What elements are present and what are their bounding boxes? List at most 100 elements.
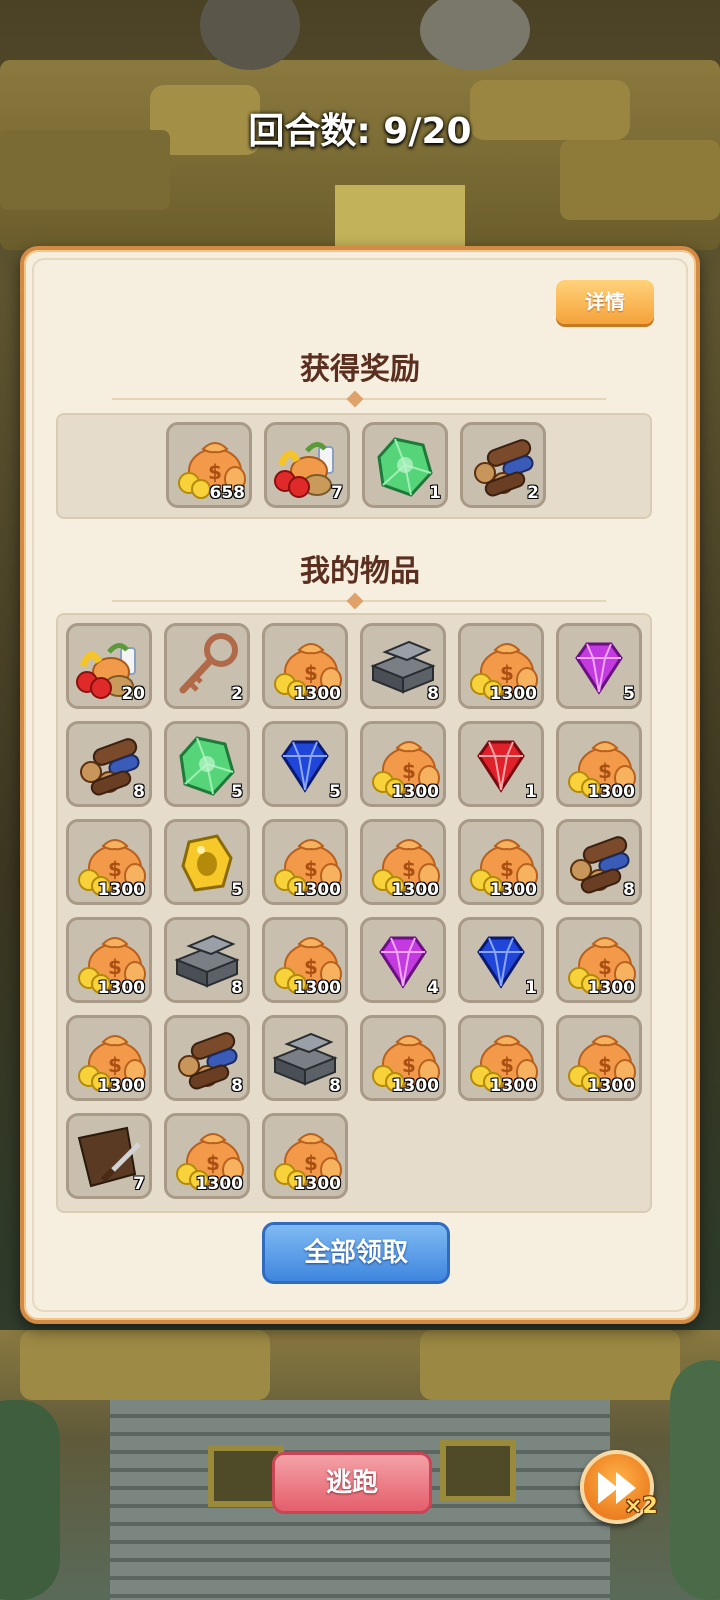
svg-text:$: $ [304,857,318,881]
item-quantity: 4 [427,978,439,998]
rewards-title: 获得奖励 [300,352,420,387]
svg-text:$: $ [598,955,612,979]
item-quantity: 1300 [97,880,145,900]
item-quantity: 1300 [489,684,537,704]
svg-text:$: $ [500,857,514,881]
svg-text:$: $ [500,661,514,685]
item-slot[interactable]: $ 1300 [458,1015,544,1101]
item-slot[interactable]: 1 [458,721,544,807]
item-slot[interactable]: 7 [264,422,350,508]
svg-text:$: $ [304,955,318,979]
claim-all-button[interactable]: 全部领取 [262,1222,450,1284]
item-quantity: 8 [231,1076,243,1096]
item-quantity: 1300 [587,978,635,998]
svg-text:$: $ [402,759,416,783]
item-quantity: 1300 [97,978,145,998]
item-quantity: 8 [133,782,145,802]
svg-text:$: $ [108,955,122,979]
items-grid: 20 2 $ 1300 8 $ 1300 5 8 5 5 $ 1300 1 $ … [56,613,652,1213]
item-slot[interactable]: $ 1300 [164,1113,250,1199]
items-title: 我的物品 [300,554,420,589]
item-slot[interactable]: $ 658 [166,422,252,508]
item-quantity: 658 [209,483,246,503]
item-slot[interactable]: 8 [262,1015,348,1101]
escape-button[interactable]: 逃跑 [272,1452,432,1514]
item-slot[interactable]: 2 [164,623,250,709]
item-slot[interactable]: $ 1300 [458,623,544,709]
item-quantity: 1300 [293,1174,341,1194]
item-quantity: 1300 [391,782,439,802]
item-quantity: 2 [231,684,243,704]
lit-doorway [335,185,465,255]
svg-text:$: $ [206,1151,220,1175]
item-quantity: 1300 [293,684,341,704]
svg-text:$: $ [108,1053,122,1077]
rewards-grid: $ 658 7 1 2 [56,413,652,519]
item-quantity: 8 [427,684,439,704]
item-slot[interactable]: 8 [164,917,250,1003]
item-slot[interactable]: 8 [556,819,642,905]
item-quantity: 1 [525,978,537,998]
item-quantity: 1300 [587,1076,635,1096]
stone-box [440,1440,516,1502]
item-slot[interactable]: $ 1300 [66,1015,152,1101]
item-quantity: 20 [121,684,145,704]
item-quantity: 1300 [195,1174,243,1194]
svg-text:$: $ [402,1053,416,1077]
foliage-left [0,1400,60,1600]
svg-text:$: $ [108,857,122,881]
round-counter: 回合数: 9/20 [248,111,472,152]
rock-ledge-right [420,1330,680,1400]
item-quantity: 1300 [489,1076,537,1096]
item-quantity: 1300 [97,1076,145,1096]
item-quantity: 7 [331,483,343,503]
item-slot[interactable]: $ 1300 [66,819,152,905]
rewards-panel: 详情 获得奖励 $ 658 7 1 2 我的物品 20 2 $ 1300 8 $… [20,246,700,1324]
item-slot[interactable]: 4 [360,917,446,1003]
svg-text:$: $ [208,460,222,484]
item-slot[interactable]: $ 1300 [360,721,446,807]
item-slot[interactable]: 5 [556,623,642,709]
item-slot[interactable]: 5 [164,819,250,905]
item-slot[interactable]: 8 [66,721,152,807]
svg-text:$: $ [402,857,416,881]
item-slot[interactable]: $ 1300 [262,623,348,709]
svg-text:$: $ [304,1151,318,1175]
item-slot[interactable]: 2 [460,422,546,508]
item-quantity: 2 [527,483,539,503]
item-slot[interactable]: $ 1300 [556,721,642,807]
item-slot[interactable]: $ 1300 [556,1015,642,1101]
item-slot[interactable]: $ 1300 [262,917,348,1003]
item-quantity: 1300 [293,880,341,900]
details-button[interactable]: 详情 [556,280,654,324]
item-quantity: 5 [231,782,243,802]
item-slot[interactable]: 1 [458,917,544,1003]
item-slot[interactable]: 7 [66,1113,152,1199]
item-slot[interactable]: $ 1300 [360,819,446,905]
item-slot[interactable]: 5 [164,721,250,807]
item-slot[interactable]: 5 [262,721,348,807]
item-quantity: 5 [329,782,341,802]
item-quantity: 8 [231,978,243,998]
item-slot[interactable]: $ 1300 [262,819,348,905]
item-quantity: 1 [525,782,537,802]
item-slot[interactable]: $ 1300 [262,1113,348,1199]
item-quantity: 5 [231,880,243,900]
item-slot[interactable]: $ 1300 [66,917,152,1003]
item-quantity: 1 [429,483,441,503]
item-slot[interactable]: 20 [66,623,152,709]
item-slot[interactable]: 1 [362,422,448,508]
item-quantity: 8 [623,880,635,900]
item-slot[interactable]: 8 [164,1015,250,1101]
foliage-right [670,1360,720,1600]
svg-text:$: $ [500,1053,514,1077]
item-slot[interactable]: 8 [360,623,446,709]
svg-text:$: $ [598,1053,612,1077]
item-slot[interactable]: $ 1300 [458,819,544,905]
item-slot[interactable]: $ 1300 [556,917,642,1003]
item-quantity: 5 [623,684,635,704]
item-quantity: 1300 [489,880,537,900]
item-slot[interactable]: $ 1300 [360,1015,446,1101]
svg-text:$: $ [598,759,612,783]
rock-ledge-left [20,1330,270,1400]
